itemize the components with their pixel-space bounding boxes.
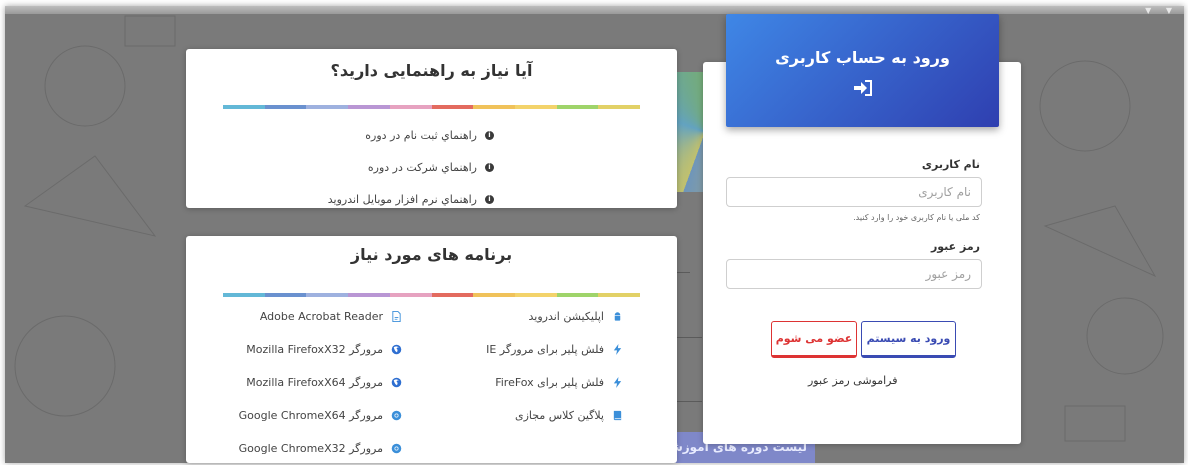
background-divider — [676, 401, 702, 402]
rainbow-segment — [514, 105, 557, 109]
help-card: آیا نیاز به راهنمایی دارید؟ i راهنماي ثب… — [186, 49, 677, 208]
rainbow-segment — [223, 293, 265, 297]
software-label: اپلیکیشن اندروید — [528, 310, 604, 323]
chrome-icon — [391, 410, 402, 421]
required-software-card: برنامه های مورد نیاز اپلیکیشن اندروید فل… — [186, 236, 677, 463]
software-label: پلاگین کلاس مجازی — [514, 409, 604, 422]
help-links-list: i راهنماي ثبت نام در دوره i راهنماي شرکت… — [328, 119, 494, 215]
software-title: برنامه های مورد نیاز — [350, 245, 513, 264]
rainbow-segment — [348, 105, 390, 109]
help-link-registration[interactable]: i راهنماي ثبت نام در دوره — [328, 119, 494, 151]
info-circle-icon: i — [485, 130, 494, 140]
help-link-label: راهنماي ثبت نام در دوره — [365, 128, 477, 142]
rainbow-segment — [556, 293, 599, 297]
register-button[interactable]: عضو می شوم — [771, 321, 857, 358]
software-list-right: اپلیکیشن اندروید فلش پلیر برای مرورگر IE… — [486, 300, 623, 432]
software-label: فلش پلیر برای مرورگر IE — [486, 343, 604, 356]
software-list-left: Adobe Acrobat Reader مرورگر Mozilla Fire… — [239, 300, 402, 465]
software-link-flash-ie[interactable]: فلش پلیر برای مرورگر IE — [486, 333, 623, 366]
rainbow-segment — [264, 293, 307, 297]
software-link-acrobat-reader[interactable]: Adobe Acrobat Reader — [239, 300, 402, 333]
username-label: نام کاربری — [921, 158, 980, 171]
scroll-arrows-icon[interactable]: ▼ ▼ — [1145, 6, 1178, 15]
forgot-password-link[interactable]: فراموشی رمز عبور — [808, 374, 898, 387]
rainbow-segment — [473, 105, 515, 109]
rainbow-segment — [389, 293, 432, 297]
software-link-chrome-x32[interactable]: مرورگر Google ChromeX32 — [239, 432, 402, 465]
software-label: Adobe Acrobat Reader — [259, 310, 383, 323]
android-icon — [614, 312, 621, 321]
rainbow-segment — [473, 293, 515, 297]
password-label: رمز عبور — [930, 240, 980, 253]
software-link-flash-firefox[interactable]: فلش پلیر برای FireFox — [486, 366, 623, 399]
lightning-icon — [613, 344, 622, 355]
rainbow-divider — [223, 105, 641, 109]
sign-in-icon — [853, 80, 872, 96]
rainbow-segment — [389, 105, 432, 109]
software-link-virtual-class-plugin[interactable]: پلاگین کلاس مجازی — [486, 399, 623, 432]
rainbow-segment — [306, 293, 349, 297]
info-circle-icon: i — [485, 194, 494, 204]
firefox-icon — [391, 344, 402, 355]
window-top-bar — [5, 6, 1184, 14]
software-label: فلش پلیر برای FireFox — [495, 376, 604, 389]
rainbow-divider — [223, 293, 641, 297]
software-label: مرورگر Google ChromeX32 — [238, 442, 383, 455]
chrome-icon — [391, 443, 402, 454]
background-divider — [676, 272, 690, 273]
software-label: مرورگر Google ChromeX64 — [238, 409, 383, 422]
help-link-label: راهنماي نرم افزار موبايل اندرويد — [327, 192, 477, 206]
software-label: مرورگر Mozilla FirefoxX32 — [246, 343, 383, 356]
software-label: مرورگر Mozilla FirefoxX64 — [246, 376, 383, 389]
background-divider — [676, 337, 702, 338]
lightning-icon — [613, 377, 622, 388]
rainbow-segment — [514, 293, 557, 297]
login-title: ورود به حساب کاربری — [775, 48, 950, 67]
password-input[interactable] — [726, 259, 982, 289]
software-link-firefox-x32[interactable]: مرورگر Mozilla FirefoxX32 — [239, 333, 402, 366]
info-circle-icon: i — [485, 162, 494, 172]
rainbow-segment — [556, 105, 599, 109]
rainbow-segment — [431, 105, 474, 109]
rainbow-segment — [431, 293, 474, 297]
username-input[interactable] — [726, 177, 982, 207]
rainbow-segment — [223, 105, 265, 109]
rainbow-segment — [348, 293, 390, 297]
help-title: آیا نیاز به راهنمایی دارید؟ — [330, 61, 533, 80]
software-link-chrome-x64[interactable]: مرورگر Google ChromeX64 — [239, 399, 402, 432]
help-link-attendance[interactable]: i راهنماي شرکت در دوره — [328, 151, 494, 183]
login-header: ورود به حساب کاربری — [726, 14, 999, 127]
pdf-file-icon — [392, 311, 401, 322]
firefox-icon — [391, 377, 402, 388]
rainbow-segment — [598, 105, 641, 109]
help-link-label: راهنماي شرکت در دوره — [367, 160, 477, 174]
login-button[interactable]: ورود به سیستم — [861, 321, 956, 358]
help-link-android-app[interactable]: i راهنماي نرم افزار موبايل اندرويد — [328, 183, 494, 215]
rainbow-segment — [306, 105, 349, 109]
username-hint: کد ملی یا نام کاربری خود را وارد کنید. — [853, 213, 980, 222]
software-link-firefox-x64[interactable]: مرورگر Mozilla FirefoxX64 — [239, 366, 402, 399]
book-icon — [613, 410, 622, 421]
rainbow-segment — [264, 105, 307, 109]
rainbow-segment — [598, 293, 641, 297]
software-link-android-app[interactable]: اپلیکیشن اندروید — [486, 300, 623, 333]
